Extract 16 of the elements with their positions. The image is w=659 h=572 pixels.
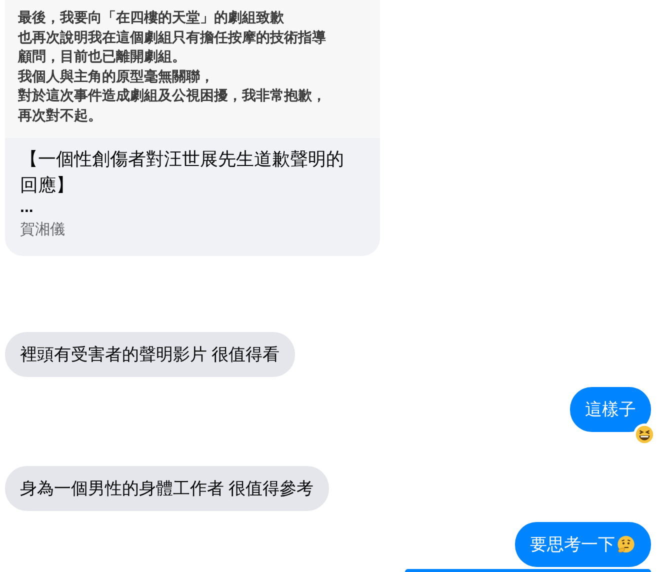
link-preview-card[interactable]: 最後，我要向「在四樓的天堂」的劇組致歉 也再次說明我在這個劇組只有擔任按摩的技術指導 顧問，目前也已離開劇組。 我個人與主角的原型毫無關聯， 對於這次事件造成劇組及公視困擾，我非常抱歉， 再次對不起。 【一個性創傷者對汪世展先生道歉聲明的回應】 ... 賀湘儀: [5, 0, 380, 256]
message-bubble: 要思考一下: [515, 522, 651, 567]
image-text-line: 再次對不起。: [18, 106, 103, 124]
link-author: 賀湘儀: [20, 220, 66, 240]
image-text-line: 最後，我要向「在四樓的天堂」的劇組致歉: [18, 8, 285, 27]
message-bubble: 身為一個男性的身體工作者 很值得參考: [5, 466, 329, 511]
thinking-emoji-icon: [616, 534, 636, 554]
link-excerpt: ...: [20, 198, 34, 218]
image-text-line: 我個人與主角的原型毫無關聯，: [18, 66, 215, 86]
message-bubble: 這樣子: [570, 387, 651, 432]
message-bubble: 裡頭有受害者的聲明影片 很值得看: [5, 332, 295, 377]
image-text-line: 也再次說明我在這個劇組只有擔任按摩的技術指導: [18, 28, 327, 46]
image-text-line: 對於這次事件造成劇組及公視困擾，我非常抱歉，: [18, 86, 327, 105]
link-title: 【一個性創傷者對汪世展先生道歉聲明的回應】: [20, 148, 345, 197]
laughing-emoji-icon: [633, 423, 656, 446]
image-text-line: 顧問，目前也已離開劇組。: [18, 47, 187, 66]
